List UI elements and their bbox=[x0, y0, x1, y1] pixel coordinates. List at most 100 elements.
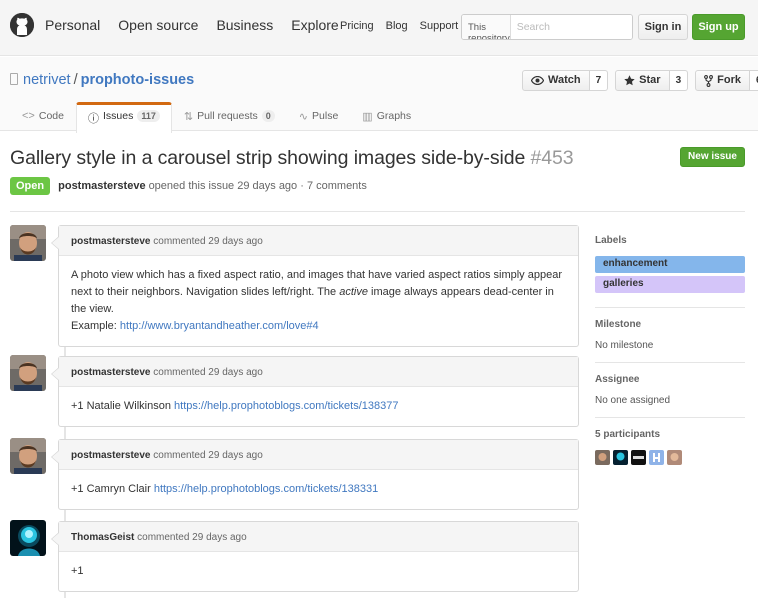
star-button[interactable]: Star bbox=[615, 70, 670, 91]
watch-count[interactable]: 7 bbox=[589, 70, 609, 91]
issue-title-text: Gallery style in a carousel strip showin… bbox=[10, 147, 526, 169]
comment-header: ThomasGeist commented 29 days ago bbox=[59, 522, 578, 552]
site-header: Personal Open source Business Explore Pr… bbox=[0, 0, 758, 56]
comment-link[interactable]: http://www.bryantandheather.com/love#4 bbox=[120, 320, 319, 332]
comment-link[interactable]: https://help.prophotoblogs.com/tickets/1… bbox=[154, 483, 378, 495]
label-galleries[interactable]: galleries bbox=[595, 276, 745, 293]
participant-avatar[interactable] bbox=[631, 450, 646, 465]
tab-pulse[interactable]: ∿ Pulse bbox=[287, 102, 350, 132]
comment: ThomasGeist commented 29 days ago +1 bbox=[51, 521, 579, 592]
star-icon bbox=[624, 75, 635, 86]
watch-label: Watch bbox=[548, 74, 581, 86]
comment-header: postmastersteve commented 29 days ago bbox=[59, 226, 578, 256]
sign-up-button[interactable]: Sign up bbox=[692, 14, 745, 40]
nav-support[interactable]: Support bbox=[420, 20, 459, 32]
pull-request-icon: ⇅ bbox=[183, 111, 194, 123]
labels-section: Labels enhancement galleries bbox=[595, 235, 745, 308]
search-box: This repository bbox=[461, 14, 633, 40]
watch-button[interactable]: Watch bbox=[522, 70, 590, 91]
nav-business[interactable]: Business bbox=[216, 17, 273, 33]
tab-pull-requests-label: Pull requests bbox=[197, 110, 258, 122]
participant-avatar[interactable] bbox=[595, 450, 610, 465]
repo-name-link[interactable]: prophoto-issues bbox=[81, 72, 195, 88]
comment-time: commented 29 days ago bbox=[153, 236, 263, 247]
comment-text: +1 Natalie Wilkinson bbox=[71, 400, 175, 412]
comment-author-link[interactable]: postmastersteve bbox=[71, 367, 150, 378]
label-enhancement[interactable]: enhancement bbox=[595, 256, 745, 273]
repo-tabs: <> Code ⓘ Issues 117 ⇅ Pull requests 0 ∿… bbox=[10, 102, 423, 133]
labels-heading: Labels bbox=[595, 235, 627, 246]
comment-time: commented 29 days ago bbox=[153, 367, 263, 378]
participant-avatar[interactable] bbox=[613, 450, 628, 465]
tab-pull-requests[interactable]: ⇅ Pull requests 0 bbox=[172, 102, 287, 132]
nav-open-source[interactable]: Open source bbox=[118, 17, 198, 33]
comment-body: +1 bbox=[59, 552, 578, 591]
milestone-value: No milestone bbox=[595, 340, 654, 351]
star-count[interactable]: 3 bbox=[669, 70, 689, 91]
comment-time: commented 29 days ago bbox=[153, 450, 263, 461]
issue-meta-text: opened this issue 29 days ago · 7 commen… bbox=[148, 180, 367, 192]
issue-author-link[interactable]: postmastersteve bbox=[58, 180, 145, 192]
avatar[interactable] bbox=[10, 225, 46, 261]
github-logo-icon[interactable] bbox=[10, 13, 34, 37]
fork-icon bbox=[704, 74, 714, 87]
star-action: Star 3 bbox=[615, 70, 689, 91]
comment-caret bbox=[51, 532, 59, 546]
new-issue-button[interactable]: New issue bbox=[680, 147, 745, 167]
comment-caret bbox=[51, 450, 59, 464]
milestone-heading: Milestone bbox=[595, 319, 642, 330]
comment: postmastersteve commented 29 days ago +1… bbox=[51, 439, 579, 510]
nav-blog[interactable]: Blog bbox=[386, 20, 408, 32]
avatar[interactable] bbox=[10, 520, 46, 556]
tab-pull-requests-counter: 0 bbox=[261, 110, 275, 122]
tab-code[interactable]: <> Code bbox=[10, 102, 76, 132]
eye-icon bbox=[531, 76, 544, 85]
tab-issues-counter: 117 bbox=[137, 110, 160, 122]
search-input[interactable] bbox=[510, 15, 632, 39]
comment-time: commented 29 days ago bbox=[137, 532, 247, 543]
nav-pricing[interactable]: Pricing bbox=[340, 20, 374, 32]
nav-personal[interactable]: Personal bbox=[45, 17, 100, 33]
tab-graphs-label: Graphs bbox=[376, 110, 412, 122]
comment-author-link[interactable]: postmastersteve bbox=[71, 450, 150, 461]
main-nav: Personal Open source Business Explore bbox=[45, 17, 357, 33]
issue-meta: Open postmastersteve opened this issue 2… bbox=[10, 177, 367, 195]
comment: postmastersteve commented 29 days ago A … bbox=[51, 225, 579, 347]
comment-author-link[interactable]: postmastersteve bbox=[71, 236, 150, 247]
secondary-nav: Pricing Blog Support bbox=[340, 20, 470, 32]
comment-author-link[interactable]: ThomasGeist bbox=[71, 532, 134, 543]
sign-in-button[interactable]: Sign in bbox=[638, 14, 688, 40]
comment-link[interactable]: https://help.prophotoblogs.com/tickets/1… bbox=[174, 400, 398, 412]
participants-list bbox=[595, 450, 745, 465]
comment-text: +1 bbox=[71, 565, 84, 577]
comment-caret bbox=[51, 236, 59, 250]
fork-count[interactable]: 6 bbox=[749, 70, 758, 91]
participant-avatar[interactable] bbox=[667, 450, 682, 465]
avatar[interactable] bbox=[10, 438, 46, 474]
avatar[interactable] bbox=[10, 355, 46, 391]
star-label: Star bbox=[639, 74, 661, 86]
tab-issues-label: Issues bbox=[102, 110, 134, 122]
fork-action: Fork 6 bbox=[695, 70, 758, 91]
tab-code-label: Code bbox=[38, 110, 64, 122]
tab-issues[interactable]: ⓘ Issues 117 bbox=[75, 102, 172, 133]
tab-pulse-label: Pulse bbox=[312, 110, 339, 122]
repo-path-separator: / bbox=[73, 72, 78, 88]
participants-heading: 5 participants bbox=[595, 429, 661, 440]
graph-icon: ▥ bbox=[362, 111, 373, 123]
issue-number: #453 bbox=[530, 147, 574, 169]
milestone-section: Milestone No milestone bbox=[595, 319, 745, 363]
comment-text: +1 Camryn Clair bbox=[71, 483, 154, 495]
participant-avatar[interactable] bbox=[649, 450, 664, 465]
comment-caret bbox=[51, 367, 59, 381]
comment-text-emphasis: active bbox=[339, 286, 368, 298]
assignee-heading: Assignee bbox=[595, 374, 640, 385]
issue-opened-icon: ⓘ bbox=[87, 113, 99, 125]
repo-actions: Watch 7 Star 3 Fork 6 bbox=[522, 70, 758, 91]
repo-owner-link[interactable]: netrivet bbox=[23, 72, 71, 88]
fork-button[interactable]: Fork bbox=[695, 70, 750, 91]
nav-explore[interactable]: Explore bbox=[291, 17, 338, 33]
tab-graphs[interactable]: ▥ Graphs bbox=[350, 102, 423, 132]
fork-label: Fork bbox=[717, 74, 741, 86]
pulse-icon: ∿ bbox=[298, 111, 309, 123]
